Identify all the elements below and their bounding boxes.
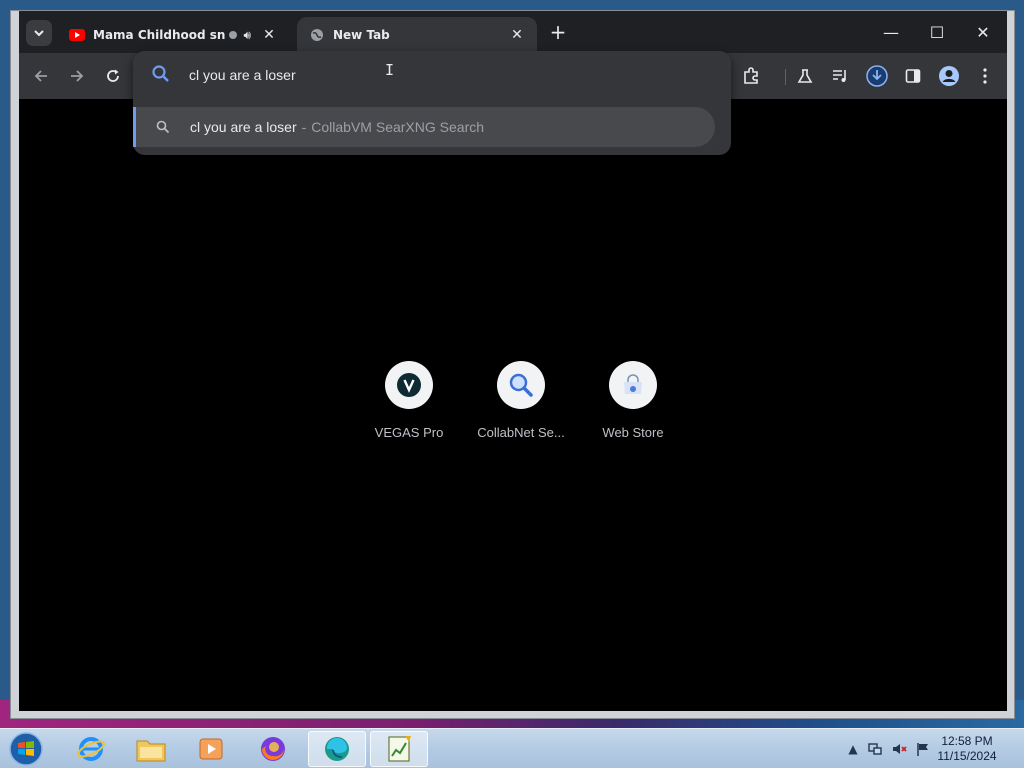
maximize-button[interactable]: ☐ bbox=[917, 19, 957, 45]
internet-explorer-icon bbox=[77, 737, 105, 761]
clock-time: 12:58 PM bbox=[941, 734, 993, 748]
tab-youtube[interactable]: Mama Childhood snacks 🔊︎ ✕ bbox=[57, 17, 289, 53]
shortcut-label: Web Store bbox=[602, 425, 664, 440]
reload-button[interactable] bbox=[100, 63, 126, 89]
edge-icon bbox=[325, 737, 349, 761]
shortcut-label: CollabNet Se... bbox=[477, 425, 565, 440]
suggestion-separator: - bbox=[301, 119, 307, 135]
taskbar-file-explorer[interactable] bbox=[122, 731, 180, 767]
show-hidden-icons-icon[interactable]: ▲ bbox=[845, 741, 861, 757]
labs-flask-icon[interactable] bbox=[793, 64, 817, 88]
search-icon bbox=[156, 120, 170, 134]
tab-strip: Mama Childhood snacks 🔊︎ ✕ New Tab ✕ + —… bbox=[19, 11, 1007, 53]
reload-icon bbox=[107, 69, 119, 82]
arrow-right-icon bbox=[71, 70, 84, 82]
tab-close-button[interactable]: ✕ bbox=[261, 27, 277, 43]
tab-search-button[interactable] bbox=[26, 20, 52, 46]
forward-button[interactable] bbox=[64, 63, 90, 89]
omnibox[interactable] bbox=[133, 51, 731, 97]
omnibox-suggestion[interactable]: cl you are a loser - CollabVM SearXNG Se… bbox=[133, 107, 715, 147]
media-player-icon bbox=[199, 738, 223, 760]
chevron-down-icon bbox=[34, 30, 44, 37]
vegas-v-icon bbox=[385, 361, 433, 409]
network-icon[interactable] bbox=[867, 741, 883, 757]
browser-chrome: Mama Childhood snacks 🔊︎ ✕ New Tab ✕ + —… bbox=[19, 11, 1007, 711]
text-cursor-icon: I bbox=[385, 61, 395, 79]
firefox-icon bbox=[261, 737, 285, 761]
youtube-icon bbox=[69, 27, 85, 43]
arrow-left-icon bbox=[34, 70, 47, 82]
taskbar-edge[interactable] bbox=[308, 731, 366, 767]
extensions-icon[interactable] bbox=[739, 64, 763, 88]
toolbar-separator bbox=[785, 69, 786, 85]
close-window-button[interactable]: ✕ bbox=[963, 19, 1003, 45]
taskbar-firefox[interactable] bbox=[244, 731, 302, 767]
taskbar-media-player[interactable] bbox=[182, 731, 240, 767]
shortcut-tile[interactable]: Web Store bbox=[577, 361, 689, 440]
taskbar-notepad[interactable] bbox=[370, 731, 428, 767]
suggestion-engine: CollabVM SearXNG Search bbox=[311, 119, 485, 135]
search-icon bbox=[152, 65, 169, 82]
folder-icon bbox=[136, 740, 166, 762]
new-tab-button[interactable]: + bbox=[547, 21, 569, 43]
tab-title: New Tab bbox=[333, 28, 390, 42]
tab-close-button[interactable]: ✕ bbox=[509, 27, 525, 43]
taskbar-internet-explorer[interactable] bbox=[62, 731, 120, 767]
menu-kebab-icon[interactable] bbox=[973, 64, 997, 88]
recording-indicator-icon bbox=[229, 31, 238, 39]
web-store-icon bbox=[609, 361, 657, 409]
side-panel-icon[interactable] bbox=[901, 64, 925, 88]
globe-icon bbox=[309, 27, 325, 43]
system-clock[interactable]: 12:58 PM 11/15/2024 bbox=[932, 734, 1002, 764]
action-center-flag-icon[interactable] bbox=[915, 741, 931, 757]
magnifier-icon bbox=[497, 361, 545, 409]
browser-window: Mama Childhood snacks 🔊︎ ✕ New Tab ✕ + —… bbox=[10, 10, 1015, 719]
minimize-button[interactable]: — bbox=[871, 19, 911, 45]
tab-new-tab[interactable]: New Tab ✕ bbox=[297, 17, 537, 53]
tab-title: Mama Childhood snacks bbox=[93, 28, 226, 42]
start-button[interactable] bbox=[0, 731, 52, 767]
omnibox-dropdown: cl you are a loser - CollabVM SearXNG Se… bbox=[133, 51, 731, 155]
windows-start-icon bbox=[9, 732, 43, 766]
volume-muted-icon[interactable] bbox=[891, 741, 907, 757]
suggestion-query: cl you are a loser bbox=[190, 119, 297, 135]
shortcut-tile[interactable]: CollabNet Se... bbox=[465, 361, 577, 440]
media-controls-icon[interactable] bbox=[829, 64, 853, 88]
notepad-chart-icon bbox=[388, 736, 411, 762]
shortcut-label: VEGAS Pro bbox=[374, 425, 444, 440]
shortcut-tile[interactable]: VEGAS Pro bbox=[353, 361, 465, 440]
profile-avatar-icon[interactable] bbox=[937, 64, 961, 88]
clock-date: 11/15/2024 bbox=[937, 749, 997, 763]
speaker-icon[interactable]: 🔊︎ bbox=[243, 28, 251, 43]
taskbar: ▲ 12:58 PM 11/15/2024 bbox=[0, 728, 1024, 768]
back-button[interactable] bbox=[28, 63, 54, 89]
download-icon[interactable] bbox=[865, 64, 889, 88]
